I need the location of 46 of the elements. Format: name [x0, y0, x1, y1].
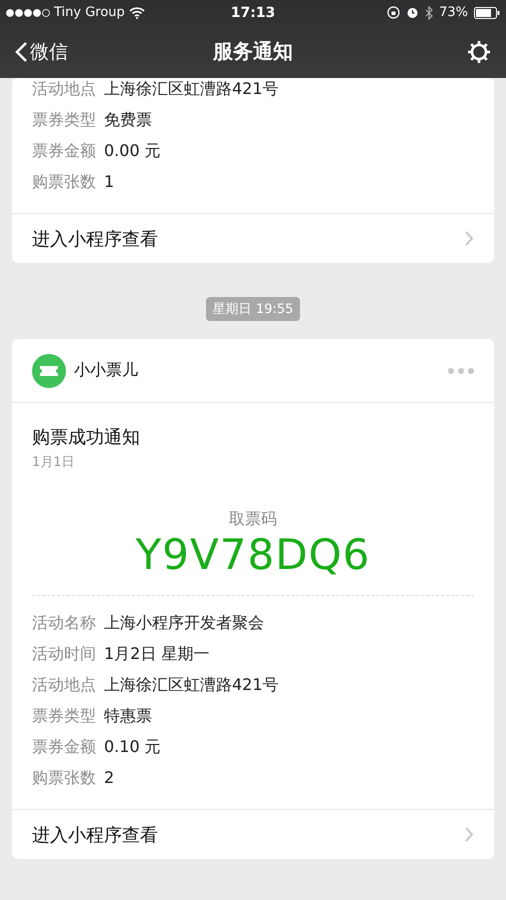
notice-title: 购票成功通知 [31, 426, 141, 449]
field-value: 1月2日 星期一 [104, 643, 210, 665]
field-value: 1 [104, 171, 114, 193]
chevron-icon [465, 827, 474, 842]
field-label: 票券类型 [32, 109, 96, 131]
field-value: 2 [104, 767, 114, 789]
battery-percent: 73% [439, 5, 468, 20]
wifi-icon [128, 6, 145, 18]
field-label: 票券类型 [32, 705, 96, 727]
carrier-name: Tiny Group [54, 5, 125, 20]
field-label: 票券金额 [32, 736, 96, 758]
field-value: 0.10 元 [104, 736, 161, 758]
app-name: 小小票儿 [74, 360, 139, 381]
settings-button[interactable] [466, 38, 492, 64]
clock-time: 17:13 [230, 4, 276, 20]
settings-icon [466, 38, 492, 64]
field-label: 活动名称 [32, 612, 96, 634]
notice-date: 1月1日 [31, 454, 76, 471]
ticket-avatar-icon [32, 354, 66, 388]
field-label: 活动时间 [32, 643, 96, 665]
field-label: 活动地点 [32, 78, 96, 100]
field-value: 免费票 [104, 109, 152, 131]
timestamp: 星期日 19:55 [206, 297, 300, 321]
ticket-code: Y9V78DQ6 [136, 530, 370, 579]
field-value: 上海徐汇区虹漕路421号 [104, 674, 279, 696]
battery-icon [474, 6, 500, 18]
field-value: 上海徐汇区虹漕路421号 [104, 78, 279, 100]
alarm-icon [406, 6, 420, 19]
field-value: 上海小程序开发者聚会 [104, 612, 264, 634]
bluetooth-icon [425, 6, 434, 20]
field-label: 购票张数 [32, 171, 96, 193]
chevron-icon [465, 231, 474, 246]
field-value: 0.00 元 [104, 140, 161, 162]
field-label: 购票张数 [32, 767, 96, 789]
more-icon [448, 368, 474, 374]
page-title: 服务通知 [213, 38, 293, 65]
signal-icon [6, 8, 50, 16]
code-label: 取票码 [229, 509, 277, 530]
field-value: 特惠票 [104, 705, 152, 727]
field-label: 票券金额 [32, 140, 96, 162]
open-mini-program-link[interactable]: 进入小程序查看 [12, 213, 494, 263]
back-button[interactable]: 微信 [14, 38, 213, 64]
rotation-lock-icon [387, 6, 400, 19]
field-label: 活动地点 [32, 674, 96, 696]
back-icon [14, 40, 28, 62]
open-mini-program-link[interactable]: 进入小程序查看 [12, 809, 494, 859]
